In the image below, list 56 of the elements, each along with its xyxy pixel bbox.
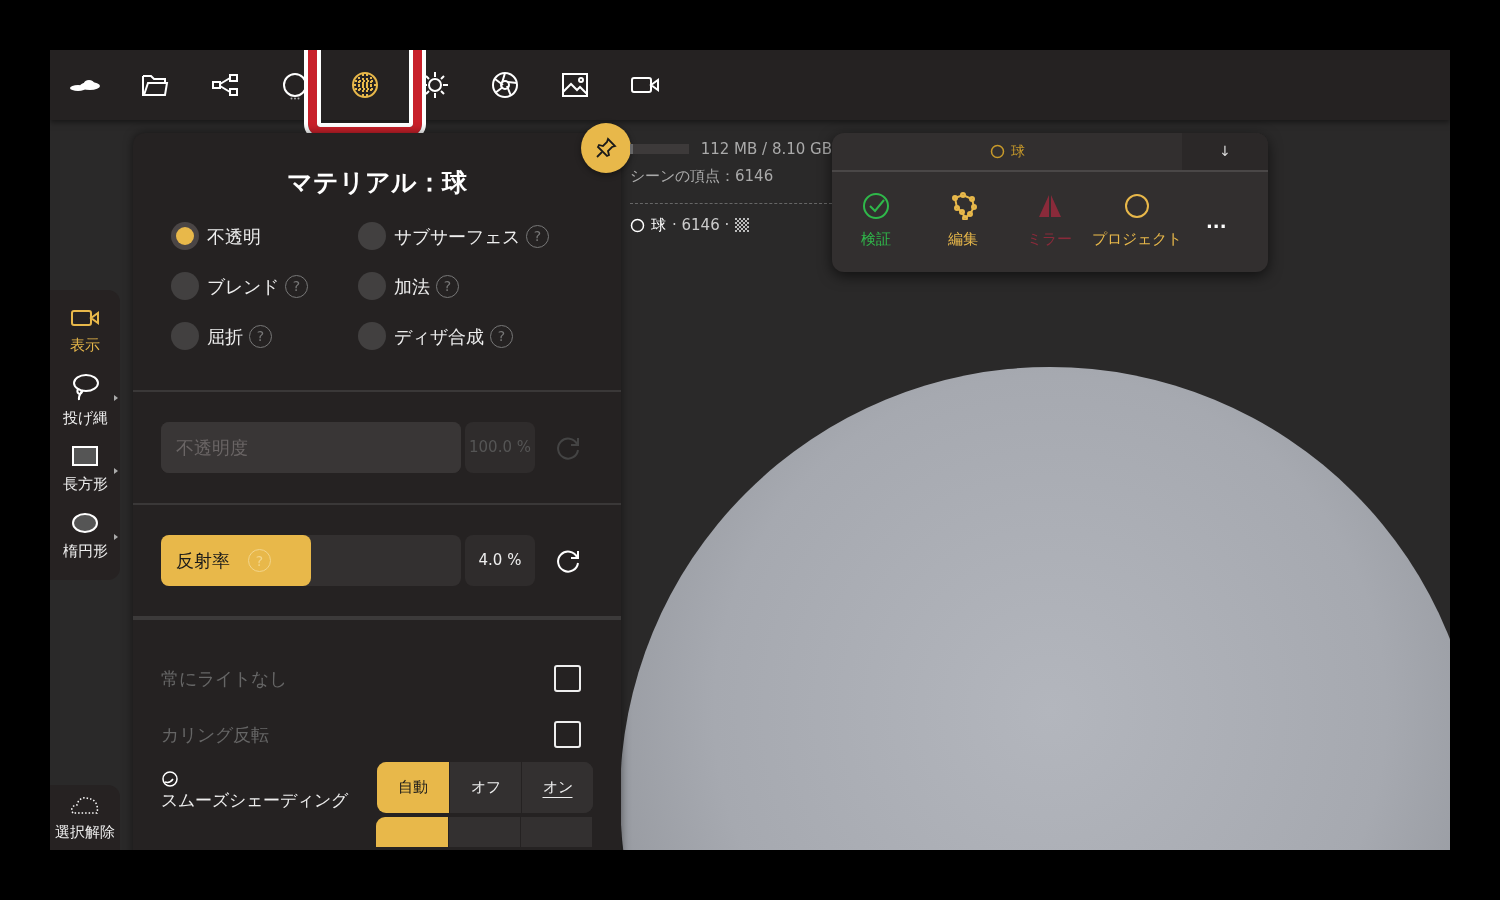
ellipse-icon xyxy=(71,511,99,534)
aperture-icon xyxy=(491,71,519,99)
panel-title: マテリアル：球 xyxy=(287,168,467,198)
logo-icon xyxy=(70,78,100,92)
collapse-button[interactable]: ↓ xyxy=(1182,133,1268,170)
radio-option[interactable]: サブサーフェス xyxy=(358,222,520,250)
action-button[interactable]: プロジェクト xyxy=(1093,192,1180,251)
deselect-button[interactable]: 選択解除 xyxy=(50,785,120,850)
smooth-shading-icon xyxy=(161,769,179,788)
checker-icon xyxy=(735,218,750,233)
value-field[interactable]: 4.0 % xyxy=(465,535,535,586)
material-ball-icon xyxy=(351,71,379,99)
option-label: 常にライトなし xyxy=(161,666,287,691)
tool-button[interactable]: 長方形 xyxy=(50,437,120,504)
submenu-caret-icon xyxy=(114,467,118,474)
action-button[interactable]: 検証 xyxy=(832,192,919,251)
video-camera-icon xyxy=(630,75,660,95)
action-button[interactable]: 編集 xyxy=(919,192,1006,251)
lasso-icon xyxy=(70,372,100,401)
dotted-cloud-icon xyxy=(70,795,100,815)
radio-option[interactable]: ブレンド xyxy=(171,272,279,300)
object-name: 球 xyxy=(651,215,666,236)
node-graph-icon xyxy=(211,73,239,97)
option-label: カリング反転 xyxy=(161,722,269,747)
vertex-count: シーンの頂点：6146 xyxy=(630,165,775,187)
check-circle-icon xyxy=(861,192,890,220)
segment-button[interactable]: 自動 xyxy=(377,762,449,813)
folder-icon xyxy=(141,73,169,97)
video-camera-icon xyxy=(70,308,100,328)
radio-option[interactable]: 加法 xyxy=(358,272,430,300)
sphere-icon xyxy=(630,217,645,233)
pin-button[interactable] xyxy=(581,123,631,173)
checkbox[interactable] xyxy=(554,720,581,748)
checkbox[interactable] xyxy=(554,664,581,692)
tool-button[interactable]: 楕円形 xyxy=(50,503,120,570)
radio-option[interactable]: 不透明 xyxy=(171,222,261,250)
slider-track[interactable]: 反射率 ? xyxy=(161,535,461,586)
radio-option[interactable]: 屈折 xyxy=(171,322,243,350)
tool-button[interactable]: 表示 xyxy=(50,300,120,365)
submenu-caret-icon xyxy=(114,534,118,540)
sphere-icon xyxy=(989,144,1005,159)
radio-option[interactable]: ディザ合成 xyxy=(358,322,484,350)
option-label: スムーズシェーディング xyxy=(161,788,348,812)
more-button[interactable]: ... xyxy=(1200,206,1233,236)
submenu-caret-icon xyxy=(114,395,118,401)
more-dots-icon xyxy=(290,97,300,100)
object-vertices: · 6146 · xyxy=(672,215,730,236)
memory-usage: 112 MB / 8.10 GB xyxy=(700,139,832,160)
circle-icon xyxy=(1122,192,1151,220)
memory-bar xyxy=(630,144,689,155)
rectangle-icon xyxy=(71,445,99,467)
image-icon xyxy=(561,72,589,98)
slider-label: 反射率 xyxy=(176,549,230,573)
pin-icon xyxy=(594,136,618,160)
popover-title: 球 xyxy=(1010,142,1025,161)
tool-button[interactable]: 投げ縄 xyxy=(50,364,120,437)
